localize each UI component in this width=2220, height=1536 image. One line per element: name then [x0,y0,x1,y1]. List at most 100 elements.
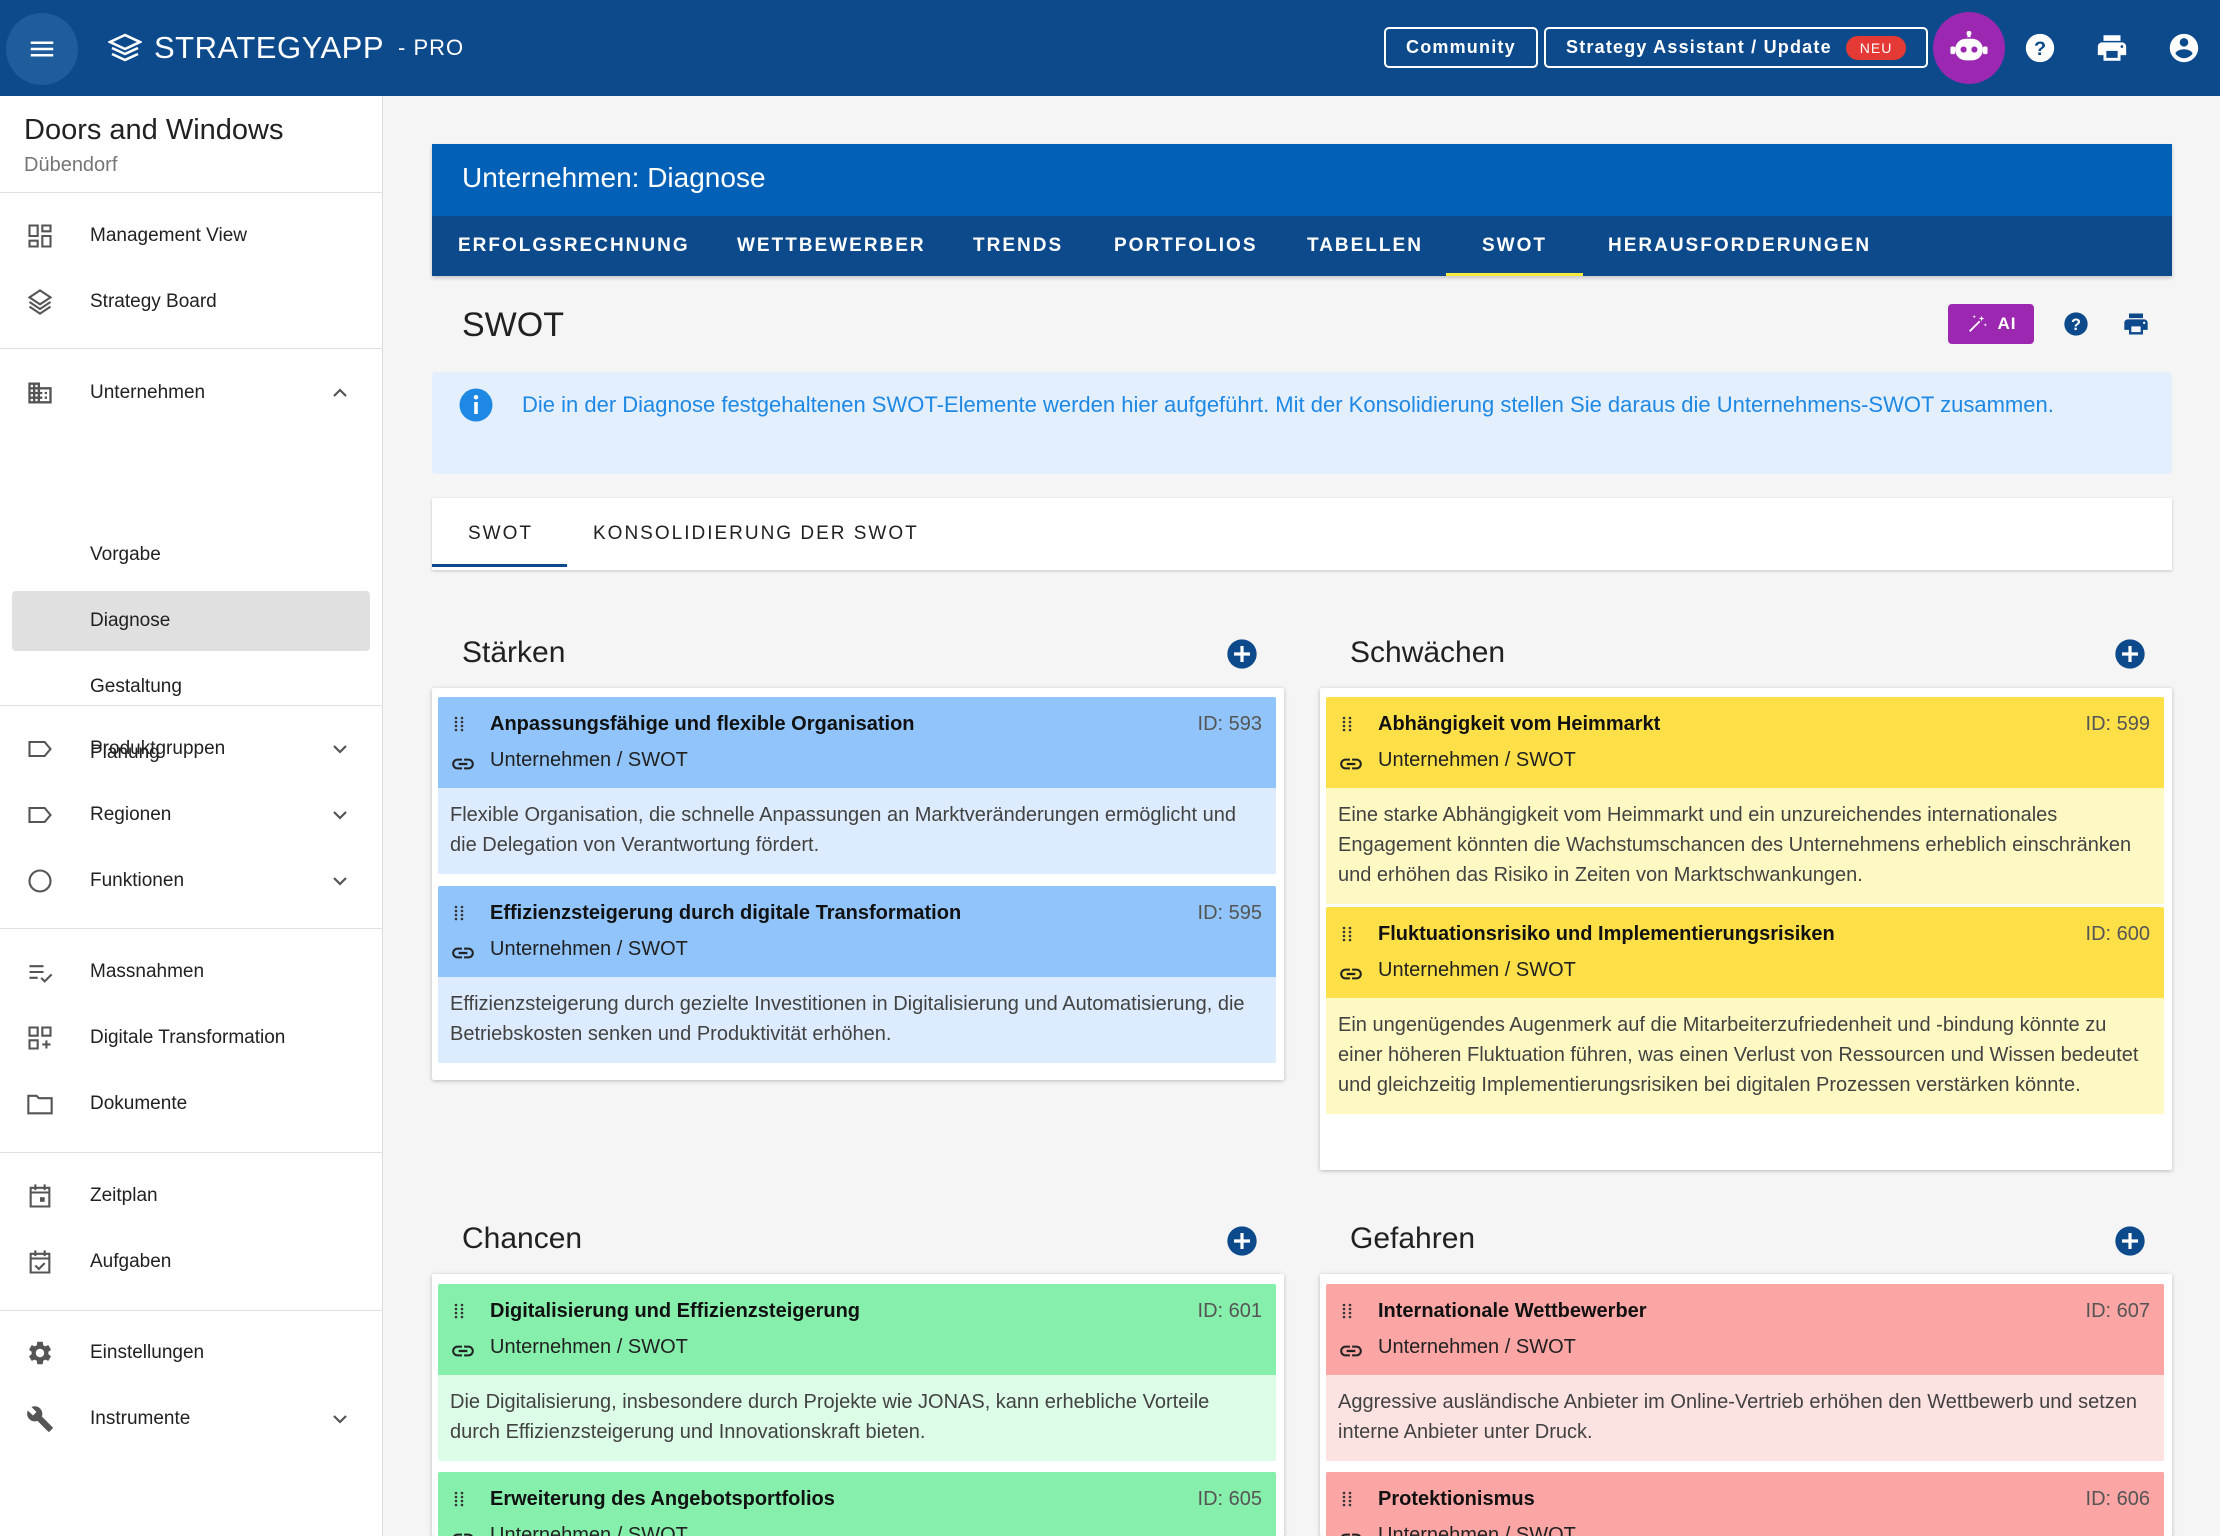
sidebar-item-funktionen[interactable]: Funktionen [12,851,370,911]
chevron-down-icon[interactable] [328,803,352,827]
strategy-assistant-button[interactable]: Strategy Assistant / Update NEU [1544,27,1929,68]
sidebar-item-massnahmen[interactable]: Massnahmen [12,942,370,1002]
add-opportunity-icon[interactable] [1226,1225,1258,1257]
card-path[interactable]: Unternehmen / SWOT [1378,1336,1576,1359]
print-icon[interactable] [2122,310,2150,338]
drag-handle-icon[interactable] [1340,925,1354,943]
swot-card[interactable]: Abhängigkeit vom Heimmarkt ID: 599 Unter… [1326,697,2164,904]
swot-card[interactable]: Internationale Wettbewerber ID: 607 Unte… [1326,1284,2164,1461]
sidebar-item-digitale-transformation[interactable]: Digitale Transformation [12,1008,370,1068]
tab-portfolios[interactable]: PORTFOLIOS [1114,216,1258,276]
sidebar-item-label: Aufgaben [90,1251,172,1272]
sidebar-item-instrumente[interactable]: Instrumente [12,1389,370,1449]
card-description: Aggressive ausländische Anbieter im Onli… [1338,1391,2137,1443]
help-icon[interactable]: ? [2062,310,2090,338]
card-title: Fluktuationsrisiko und Implementierungsr… [1378,923,1835,945]
tab-trends[interactable]: TRENDS [973,216,1063,276]
section-title: Unternehmen: Diagnose [462,162,766,193]
card-id: ID: 595 [1197,902,1262,924]
sidebar-item-vorgabe[interactable]: Vorgabe [12,525,370,585]
tab-herausforderungen[interactable]: HERAUSFORDERUNGEN [1608,216,1871,276]
sidebar-item-einstellungen[interactable]: Einstellungen [12,1323,370,1383]
sidebar-item-regionen[interactable]: Regionen [12,785,370,845]
card-title: Protektionismus [1378,1488,1535,1510]
card-path[interactable]: Unternehmen / SWOT [490,1336,688,1359]
swot-card[interactable]: Fluktuationsrisiko und Implementierungsr… [1326,907,2164,1114]
app-logo[interactable]: STRATEGYAPP - PRO [108,30,464,66]
card-path[interactable]: Unternehmen / SWOT [490,749,688,772]
tab-swot[interactable]: SWOT [1446,216,1583,276]
chevron-down-icon[interactable] [328,869,352,893]
swot-card[interactable]: Digitalisierung und Effizienzsteigerung … [438,1284,1276,1461]
card-path[interactable]: Unternehmen / SWOT [1378,749,1576,772]
card-path[interactable]: Unternehmen / SWOT [490,938,688,961]
card-title: Effizienzsteigerung durch digitale Trans… [490,902,962,924]
sidebar-divider [0,348,383,349]
card-path[interactable]: Unternehmen / SWOT [1378,1524,1576,1536]
dashboard-icon [28,224,52,248]
drag-handle-icon[interactable] [1340,715,1354,733]
sidebar-item-gestaltung[interactable]: Gestaltung [12,657,370,717]
ai-button[interactable]: AI [1948,304,2034,344]
grid-add-icon [28,1026,52,1050]
logo-text: STRATEGYAPP [154,30,385,65]
swot-card[interactable]: Protektionismus ID: 606 Unternehmen / SW… [1326,1472,2164,1536]
add-weakness-icon[interactable] [2114,638,2146,670]
community-button[interactable]: Community [1384,27,1538,68]
account-button[interactable] [2166,30,2202,66]
add-strength-icon[interactable] [1226,638,1258,670]
tab-erfolgsrechnung[interactable]: ERFOLGSRECHNUNG [458,216,690,276]
swot-card[interactable]: Anpassungsfähige und flexible Organisati… [438,697,1276,874]
sidebar-item-produktgruppen[interactable]: Produktgruppen [12,719,370,779]
organization-name: Doors and Windows [24,114,284,146]
chevron-up-icon[interactable] [328,381,352,405]
help-button[interactable]: ? [2022,30,2058,66]
chevron-down-icon[interactable] [328,1407,352,1431]
drag-handle-icon[interactable] [452,1490,466,1508]
sidebar-item-strategy-board[interactable]: Strategy Board [12,272,370,332]
link-icon [1340,968,1362,980]
tab-tabellen[interactable]: TABELLEN [1307,216,1423,276]
app-header: STRATEGYAPP - PRO Community Strategy Ass… [0,0,2220,96]
card-title: Abhängigkeit vom Heimmarkt [1378,713,1661,735]
subtab-swot[interactable]: SWOT [468,498,533,570]
card-title: Digitalisierung und Effizienzsteigerung [490,1300,861,1322]
sidebar-item-aufgaben[interactable]: Aufgaben [12,1232,370,1292]
logo-edition: - PRO [398,35,465,60]
section-tab-bar: ERFOLGSRECHNUNG WETTBEWERBER TRENDS PORT… [432,216,2172,276]
sidebar-item-dokumente[interactable]: Dokumente [12,1074,370,1134]
drag-handle-icon[interactable] [452,904,466,922]
link-icon [453,1533,473,1536]
sidebar-item-label: Funktionen [90,870,185,891]
robot-icon [1950,31,1988,61]
subtab-konsolidierung[interactable]: KONSOLIDIERUNG DER SWOT [593,498,919,570]
print-button[interactable] [2094,30,2130,66]
sidebar-item-diagnose[interactable]: Diagnose [12,591,370,651]
drag-handle-icon[interactable] [1340,1302,1354,1320]
drag-handle-icon[interactable] [452,1302,466,1320]
layers-icon [27,289,53,315]
drag-handle-icon[interactable] [1340,1490,1354,1508]
tab-wettbewerber[interactable]: WETTBEWERBER [737,216,926,276]
stack-logo-icon [108,33,142,62]
swot-card[interactable]: Effizienzsteigerung durch digitale Trans… [438,886,1276,1063]
sidebar-divider [0,928,383,929]
card-path[interactable]: Unternehmen / SWOT [490,1524,688,1536]
add-threat-icon[interactable] [2114,1225,2146,1257]
folder-icon [27,1094,53,1115]
sidebar-item-unternehmen[interactable]: Unternehmen [12,363,370,423]
menu-button[interactable] [6,13,78,85]
sidebar-item-label: Gestaltung [90,676,182,697]
assistant-bot-button[interactable] [1933,12,2005,84]
sidebar-item-management-view[interactable]: Management View [12,206,370,266]
card-id: ID: 607 [2085,1300,2150,1322]
swot-card[interactable]: Erweiterung des Angebotsportfolios ID: 6… [438,1472,1276,1536]
chevron-down-icon[interactable] [328,737,352,761]
drag-handle-icon[interactable] [452,715,466,733]
sidebar-item-zeitplan[interactable]: Zeitplan [12,1166,370,1226]
weaknesses-panel: Abhängigkeit vom Heimmarkt ID: 599 Unter… [1320,688,2172,1170]
card-path[interactable]: Unternehmen / SWOT [1378,959,1576,982]
card-id: ID: 593 [1197,713,1262,735]
wrench-icon [27,1406,53,1432]
sidebar: Doors and Windows Dübendorf Management V… [0,96,383,1536]
